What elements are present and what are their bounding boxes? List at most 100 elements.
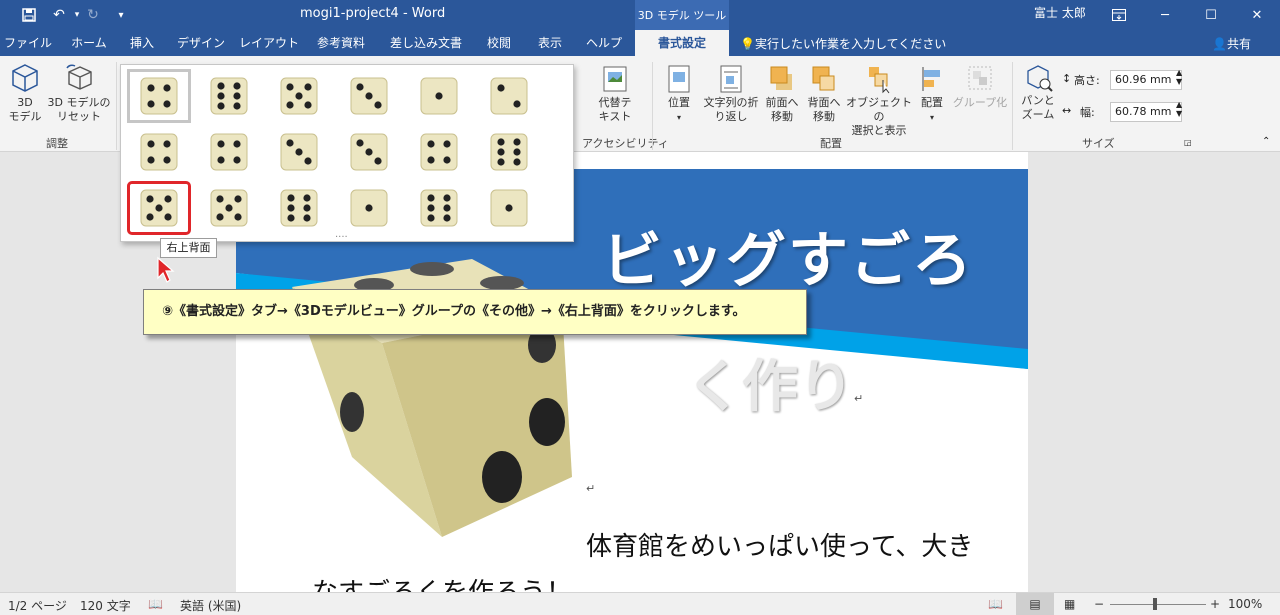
- 3d-model-button[interactable]: 3D モデル: [4, 62, 46, 124]
- width-label: 幅:: [1080, 106, 1095, 119]
- gallery-view-lower-left-back[interactable]: [337, 181, 401, 235]
- zoom-out-button[interactable]: −: [1094, 597, 1104, 611]
- page-count[interactable]: 1/2 ページ: [8, 597, 67, 614]
- tab-layout[interactable]: レイアウト: [238, 30, 300, 56]
- gallery-view-left-top[interactable]: [267, 125, 331, 179]
- read-mode-icon[interactable]: 📖: [988, 597, 1003, 611]
- share-button[interactable]: 👤共有: [1212, 35, 1251, 52]
- word-count[interactable]: 120 文字: [80, 597, 131, 614]
- 3d-model-label: 3D モデル: [8, 96, 42, 123]
- send-backward-label: 背面へ 移動: [807, 96, 841, 123]
- zoom-in-button[interactable]: +: [1210, 597, 1220, 611]
- gallery-more[interactable]: ....: [335, 229, 348, 240]
- group-adjust-label: 調整: [46, 137, 68, 150]
- dialog-launcher-icon[interactable]: ◲: [1184, 138, 1192, 147]
- gallery-view-back[interactable]: [477, 69, 541, 123]
- share-label: 共有: [1226, 37, 1251, 51]
- collapse-ribbon-icon[interactable]: ⌃: [1262, 136, 1270, 147]
- pan-zoom-button[interactable]: パンと ズーム: [1016, 62, 1060, 122]
- position-button[interactable]: 位置 ▾: [660, 64, 698, 125]
- tab-references[interactable]: 参考資料: [310, 30, 372, 56]
- cube-icon: [12, 64, 38, 92]
- selection-pane-button[interactable]: オブジェクトの 選択と表示: [846, 64, 912, 138]
- tab-home[interactable]: ホーム: [62, 30, 116, 56]
- alt-text-button[interactable]: 代替テ キスト: [590, 64, 640, 124]
- document-title-line2: く作り: [686, 355, 854, 420]
- document-title-line1: ビッグすごろ: [602, 226, 974, 296]
- view-tooltip: 右上背面: [160, 238, 217, 258]
- minimize-button[interactable]: ─: [1142, 0, 1188, 30]
- gallery-view-upper-left-back[interactable]: [197, 181, 261, 235]
- group-button[interactable]: グループ化: [952, 64, 1008, 110]
- tab-view[interactable]: 表示: [528, 30, 572, 56]
- group-accessibility-label: アクセシビリティ: [582, 137, 669, 150]
- pan-zoom-label: パンと ズーム: [1021, 94, 1055, 121]
- tab-mailings[interactable]: 差し込み文書: [384, 30, 468, 56]
- gallery-view-right[interactable]: [337, 69, 401, 123]
- gallery-view-bottom[interactable]: [267, 69, 331, 123]
- gallery-view-right-bottom[interactable]: [477, 125, 541, 179]
- group-size-label: サイズ: [1082, 137, 1115, 150]
- zoom-slider-track[interactable]: [1110, 604, 1206, 605]
- gallery-view-left-bottom[interactable]: [407, 125, 471, 179]
- alt-text-label: 代替テ キスト: [598, 96, 632, 123]
- group-label: グループ化: [952, 96, 1008, 109]
- gallery-view-upper-right-back[interactable]: [127, 181, 191, 235]
- gallery-view-top[interactable]: [197, 69, 261, 123]
- user-name[interactable]: 富士 太郎: [1034, 4, 1086, 21]
- height-spinner[interactable]: ▲ ▼: [1176, 68, 1182, 86]
- gallery-view-left[interactable]: [407, 69, 471, 123]
- gallery-view-front-right[interactable]: [197, 125, 261, 179]
- tab-file[interactable]: ファイル: [0, 30, 56, 56]
- dice-icon: [350, 133, 388, 171]
- gallery-view-bottom-front[interactable]: [477, 181, 541, 235]
- tab-help[interactable]: ヘルプ: [580, 30, 628, 56]
- ribbon-tabs: ファイル ホーム 挿入 デザイン レイアウト 参考資料 差し込み文書 校閲 表示…: [0, 30, 1280, 56]
- dice-icon: [140, 133, 178, 171]
- save-icon[interactable]: [18, 4, 40, 26]
- send-backward-button[interactable]: 背面へ 移動: [804, 64, 844, 124]
- zoom-level[interactable]: 100%: [1228, 597, 1262, 611]
- language[interactable]: 英語 (米国): [180, 597, 241, 614]
- web-layout-icon[interactable]: ▦: [1064, 597, 1075, 611]
- redo-icon[interactable]: ↻: [82, 4, 104, 26]
- gallery-view-right-top[interactable]: [337, 125, 401, 179]
- customize-qat-icon[interactable]: ▾: [110, 4, 132, 26]
- dice-icon: [140, 77, 178, 115]
- gallery-view-front-left[interactable]: [127, 125, 191, 179]
- dice-icon: [490, 77, 528, 115]
- height-input[interactable]: 60.96 mm: [1110, 70, 1182, 90]
- proofing-icon[interactable]: 📖: [148, 597, 163, 611]
- title-bar: ↶ ▾ ↻ ▾ mogi1-project4 - Word 3D モデル ツール…: [0, 0, 1280, 30]
- lightbulb-icon: 💡: [740, 37, 755, 51]
- gallery-view-top-front[interactable]: [407, 181, 471, 235]
- paragraph-mark: ↵: [854, 392, 864, 405]
- group-icon: [968, 66, 992, 90]
- bring-forward-button[interactable]: 前面へ 移動: [762, 64, 802, 124]
- width-input[interactable]: 60.78 mm: [1110, 102, 1182, 122]
- reset-3d-model-button[interactable]: 3D モデルの リセット: [46, 62, 112, 124]
- gallery-view-lower-right-back[interactable]: [267, 181, 331, 235]
- wrap-text-label: 文字列の折 り返し: [703, 96, 759, 123]
- tell-me-box[interactable]: 💡実行したい作業を入力してください: [740, 35, 946, 52]
- maximize-button[interactable]: ☐: [1188, 0, 1234, 30]
- close-button[interactable]: ✕: [1234, 0, 1280, 30]
- tab-design[interactable]: デザイン: [170, 30, 232, 56]
- align-button[interactable]: 配置 ▾: [914, 64, 950, 125]
- align-icon: [922, 67, 940, 91]
- selection-pane-icon: [869, 67, 890, 94]
- zoom-slider-thumb[interactable]: [1153, 598, 1157, 610]
- wrap-text-button[interactable]: 文字列の折 り返し: [700, 64, 762, 124]
- print-layout-icon[interactable]: ▤: [1016, 593, 1054, 615]
- tab-format[interactable]: 書式設定: [635, 30, 729, 56]
- tab-insert[interactable]: 挿入: [120, 30, 164, 56]
- dice-icon: [280, 189, 318, 227]
- pan-zoom-icon: [1027, 65, 1053, 92]
- width-spinner[interactable]: ▲ ▼: [1176, 100, 1182, 118]
- selection-pane-label: オブジェクトの 選択と表示: [846, 96, 912, 137]
- mouse-pointer-icon: [157, 256, 175, 283]
- divider: [116, 62, 117, 150]
- tab-review[interactable]: 校閲: [478, 30, 520, 56]
- ribbon-display-icon[interactable]: [1096, 0, 1142, 30]
- gallery-view-front[interactable]: [127, 69, 191, 123]
